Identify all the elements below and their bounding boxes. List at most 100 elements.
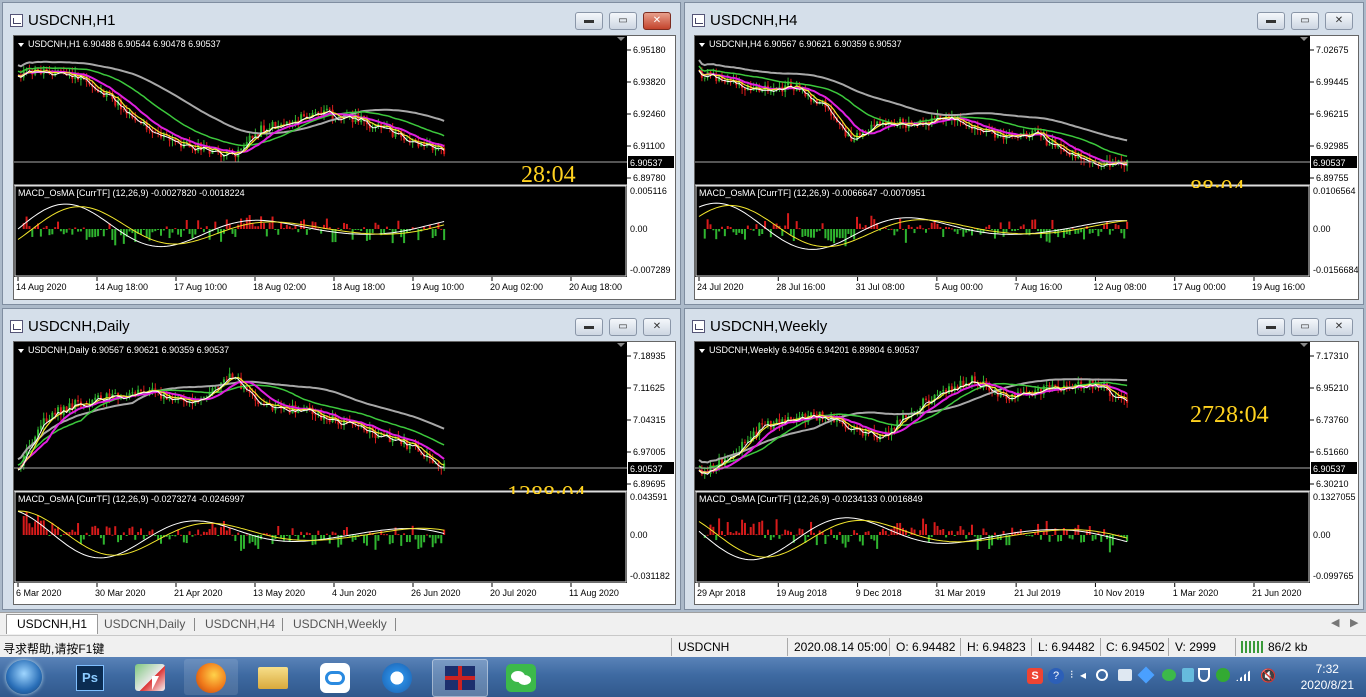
close-button[interactable]: ✕ bbox=[1325, 12, 1353, 30]
tray-app-icon[interactable] bbox=[1137, 666, 1155, 684]
macd-line bbox=[698, 517, 1128, 561]
chart-window-weekly[interactable]: USDCNH,Weekly ▬ ▭ ✕ 6.90537 7.17310 6.9521… bbox=[684, 308, 1364, 610]
close-button[interactable]: ✕ bbox=[1325, 318, 1353, 336]
price-level-label: 7.11625 bbox=[633, 383, 665, 393]
price-level-label: 6.99445 bbox=[1316, 77, 1349, 87]
system-clock[interactable]: 7:32 2020/8/21 bbox=[1301, 661, 1354, 693]
macd-histogram-bar bbox=[1008, 221, 1011, 229]
macd-histogram-bar bbox=[234, 535, 237, 542]
tab-scroll-left-icon[interactable]: ◀ bbox=[1331, 616, 1339, 629]
macd-histogram-bar bbox=[39, 520, 42, 535]
maximize-button[interactable]: ▭ bbox=[609, 12, 637, 30]
firefox-icon[interactable] bbox=[184, 659, 238, 695]
macd-level-label: 0.0106564 bbox=[1313, 186, 1356, 196]
close-button[interactable]: ✕ bbox=[643, 12, 671, 30]
tray-app-icon[interactable] bbox=[1118, 669, 1132, 681]
close-button[interactable]: ✕ bbox=[643, 318, 671, 336]
macd-histogram-bar bbox=[22, 516, 25, 535]
macd-histogram-bar bbox=[234, 229, 237, 237]
minimize-button[interactable]: ▬ bbox=[575, 318, 603, 336]
macd-histogram-bar bbox=[1005, 229, 1008, 233]
wechat-tray-icon[interactable] bbox=[1162, 669, 1176, 681]
minimize-button[interactable]: ▬ bbox=[575, 12, 603, 30]
start-orb-icon[interactable] bbox=[6, 660, 42, 694]
signal-icon[interactable] bbox=[1236, 669, 1252, 681]
minimize-button[interactable]: ▬ bbox=[1257, 318, 1285, 336]
tray-app-icon[interactable] bbox=[1182, 668, 1194, 682]
macd-histogram-bar bbox=[830, 529, 833, 535]
chart-window-h4[interactable]: USDCNH,H4 ▬ ▭ ✕ 6.90537 7.02675 6.99445 6.9… bbox=[684, 2, 1364, 305]
mt4-icon[interactable] bbox=[432, 659, 488, 697]
macd-histogram-bar bbox=[48, 229, 51, 236]
window-titlebar[interactable]: USDCNH,Weekly ▬ ▭ ✕ bbox=[685, 309, 1363, 339]
macd-histogram-bar bbox=[1034, 219, 1037, 229]
tray-app-icon[interactable] bbox=[1096, 669, 1108, 681]
photoshop-icon[interactable]: Ps bbox=[62, 659, 116, 695]
current-price-label: 6.90537 bbox=[630, 158, 663, 168]
time-label: 13 May 2020 bbox=[253, 588, 305, 598]
shield-icon[interactable] bbox=[1198, 668, 1210, 682]
chart-area[interactable]: 6.90537 7.18935 7.11625 7.04315 6.97005 6.896… bbox=[13, 341, 676, 605]
price-level-label: 6.95210 bbox=[1316, 383, 1349, 393]
volume-mute-icon[interactable]: 🔇 bbox=[1260, 668, 1276, 684]
chart-area[interactable]: 6.90537 7.17310 6.95210 6.73760 6.51660 6.302… bbox=[694, 341, 1359, 605]
macd-histogram-bar bbox=[145, 229, 148, 238]
macd-histogram-bar bbox=[74, 227, 77, 229]
macd-histogram-bar bbox=[933, 220, 936, 229]
macd-histogram-bar bbox=[1011, 527, 1014, 535]
candle-body bbox=[1083, 159, 1086, 161]
tab-usdcnh-weekly[interactable]: USDCNH,Weekly bbox=[283, 615, 397, 634]
macd-line bbox=[17, 203, 445, 248]
macd-histogram-bar bbox=[240, 218, 243, 229]
macd-histogram-bar bbox=[371, 229, 374, 233]
tab-usdcnh-daily[interactable]: USDCNH,Daily bbox=[94, 615, 195, 634]
help-icon[interactable]: ? bbox=[1048, 668, 1064, 684]
chart-area[interactable]: 6.90537 7.02675 6.99445 6.96215 6.92985 6.897… bbox=[694, 35, 1359, 300]
macd-histogram-bar bbox=[1025, 535, 1028, 536]
settings-icon[interactable]: ⁝ bbox=[1070, 668, 1074, 681]
window-titlebar[interactable]: USDCNH,H1 ▬ ▭ ✕ bbox=[3, 3, 680, 33]
security-icon[interactable] bbox=[1216, 668, 1230, 682]
chart-svg: 6.90537 7.17310 6.95210 6.73760 6.51660 6.302… bbox=[695, 342, 1358, 604]
baidu-netdisk-icon[interactable] bbox=[308, 659, 362, 695]
sogou-ime-icon[interactable]: S bbox=[1027, 668, 1043, 684]
tray-expand-icon[interactable]: ◂ bbox=[1080, 668, 1086, 682]
macd-histogram-bar bbox=[703, 229, 706, 239]
macd-histogram-bar bbox=[1019, 226, 1022, 229]
taskbar: Ps S ? ⁝ ◂ 🔇 7:32 2020/8/21 bbox=[0, 657, 1366, 697]
qq-browser-icon[interactable] bbox=[370, 659, 424, 695]
current-price-label: 6.90537 bbox=[1313, 158, 1346, 168]
macd-histogram-bar bbox=[182, 229, 185, 231]
candle-body bbox=[743, 441, 746, 443]
macd-histogram-bar bbox=[377, 535, 380, 541]
paint-icon[interactable] bbox=[123, 659, 177, 695]
chart-area[interactable]: 6.90537 6.95180 6.93820 6.92460 6.91100 6.897… bbox=[13, 35, 676, 300]
tab-usdcnh-h4[interactable]: USDCNH,H4 bbox=[195, 615, 285, 634]
macd-histogram-bar bbox=[65, 229, 68, 233]
wechat-icon[interactable] bbox=[494, 659, 548, 695]
maximize-button[interactable]: ▭ bbox=[609, 318, 637, 336]
minimize-button[interactable]: ▬ bbox=[1257, 12, 1285, 30]
macd-histogram-bar bbox=[985, 226, 988, 229]
macd-histogram-bar bbox=[841, 535, 844, 544]
macd-histogram-bar bbox=[62, 533, 65, 535]
clock-time: 7:32 bbox=[1315, 662, 1339, 676]
macd-histogram-bar bbox=[1108, 229, 1111, 235]
chart-window-h1[interactable]: USDCNH,H1 ▬ ▭ ✕ 6.90537 6.95180 6.93820 6.9… bbox=[2, 2, 681, 305]
window-titlebar[interactable]: USDCNH,Daily ▬ ▭ ✕ bbox=[3, 309, 680, 339]
maximize-button[interactable]: ▭ bbox=[1291, 318, 1319, 336]
chart-window-daily[interactable]: USDCNH,Daily ▬ ▭ ✕ 6.90537 7.18935 7.11625… bbox=[2, 308, 681, 610]
explorer-icon[interactable] bbox=[246, 659, 300, 695]
macd-histogram-bar bbox=[62, 229, 65, 235]
macd-histogram-bar bbox=[385, 534, 388, 536]
window-titlebar[interactable]: USDCNH,H4 ▬ ▭ ✕ bbox=[685, 3, 1363, 33]
macd-histogram-bar bbox=[1103, 224, 1106, 229]
macd-histogram-bar bbox=[812, 229, 815, 238]
macd-signal-line bbox=[17, 206, 445, 245]
maximize-button[interactable]: ▭ bbox=[1291, 12, 1319, 30]
tab-usdcnh-h1[interactable]: USDCNH,H1 bbox=[6, 614, 99, 634]
candle-body bbox=[114, 392, 117, 394]
tab-scroll-right-icon[interactable]: ▶ bbox=[1350, 616, 1358, 629]
macd-histogram-bar bbox=[177, 229, 180, 235]
macd-histogram-bar bbox=[171, 535, 174, 536]
